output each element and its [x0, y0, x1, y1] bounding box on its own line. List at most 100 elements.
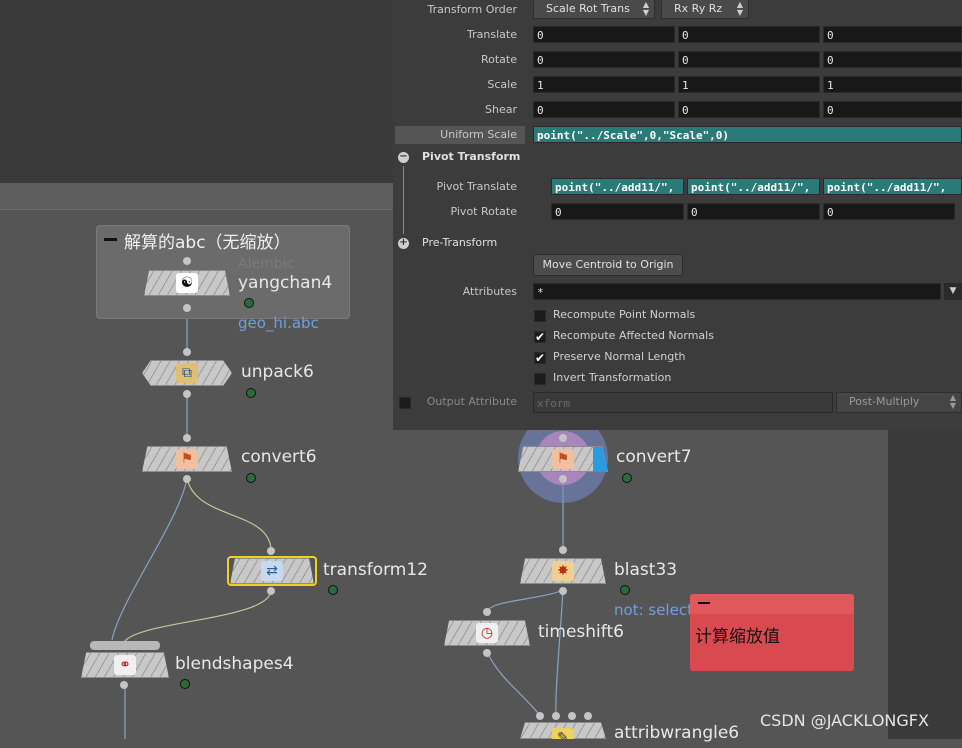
wrangle-icon: ✎ — [552, 728, 574, 739]
node-name-blendshapes4[interactable]: blendshapes4 — [175, 654, 294, 674]
display-flag-icon[interactable] — [246, 388, 256, 398]
recompute-point-normals-checkbox[interactable] — [534, 310, 546, 322]
parameter-panel: Transform Order Scale Rot Trans ▲ ▼ Rx Ry… — [393, 0, 962, 430]
sticky-note-text[interactable]: 计算缩放值 — [695, 622, 780, 647]
node-name-attribwrangle6[interactable]: attribwrangle6 — [614, 723, 739, 743]
output-connector[interactable] — [559, 475, 567, 483]
preserve-normal-length-checkbox[interactable]: ✔ — [534, 352, 546, 364]
input-connector[interactable] — [183, 348, 191, 356]
node-name-yangchan4[interactable]: yangchan4 — [238, 273, 332, 293]
pivot-rotate-x-field[interactable]: 0 — [551, 203, 684, 220]
node-blendshapes4[interactable]: ⚭ — [81, 652, 169, 678]
output-mode-menu[interactable]: Post-Multiply ▲ ▼ — [836, 392, 962, 413]
rotate-order-menu[interactable]: Rx Ry Rz ▲ ▼ — [661, 0, 749, 19]
node-name-unpack6[interactable]: unpack6 — [241, 362, 314, 382]
output-mode-value: Post-Multiply — [849, 395, 920, 408]
recompute-affected-normals-label: Recompute Affected Normals — [553, 329, 714, 342]
uniform-scale-field[interactable]: point("../Scale",0,"Scale",0) — [533, 126, 962, 143]
input-connector[interactable] — [552, 712, 560, 720]
node-type-label: Alembic — [238, 256, 295, 272]
display-flag-icon[interactable] — [622, 473, 632, 483]
node-name-transform12[interactable]: transform12 — [323, 560, 428, 580]
expand-section-icon[interactable]: + — [398, 238, 409, 249]
output-connector[interactable] — [120, 681, 128, 689]
output-attribute-label: Output Attribute — [426, 395, 517, 408]
input-connector[interactable] — [183, 434, 191, 442]
display-flag-icon[interactable] — [620, 585, 630, 595]
pivot-rotate-y-field[interactable]: 0 — [687, 203, 820, 220]
output-connector[interactable] — [483, 649, 491, 657]
output-attribute-field[interactable]: xform — [533, 392, 833, 413]
transform-order-menu[interactable]: Scale Rot Trans ▲ ▼ — [533, 0, 655, 19]
collapse-icon[interactable] — [104, 238, 117, 241]
recompute-point-normals-label: Recompute Point Normals — [553, 308, 696, 321]
output-connector[interactable] — [267, 587, 275, 595]
recompute-affected-normals-checkbox[interactable]: ✔ — [534, 331, 546, 343]
node-name-timeshift6[interactable]: timeshift6 — [538, 622, 624, 642]
node-convert7[interactable]: ⚑ — [518, 446, 608, 472]
node-timeshift6[interactable]: ◷ — [444, 620, 530, 646]
invert-transformation-checkbox[interactable] — [534, 373, 546, 385]
input-connector[interactable] — [568, 712, 576, 720]
node-convert6[interactable]: ⚑ — [142, 446, 232, 472]
pivot-rotate-z-field[interactable]: 0 — [823, 203, 955, 220]
sticky-note-titlebar[interactable] — [690, 594, 854, 614]
rotate-x-field[interactable]: 0 — [533, 51, 675, 68]
pre-transform-header[interactable]: Pre-Transform — [422, 236, 497, 249]
attributes-field[interactable]: * — [533, 283, 941, 300]
rotate-order-value: Rx Ry Rz — [674, 2, 723, 15]
output-connector[interactable] — [183, 475, 191, 483]
scale-x-field[interactable]: 1 — [533, 76, 675, 93]
section-guide-line — [403, 166, 404, 234]
display-flag-icon[interactable] — [180, 679, 190, 689]
shear-x-field[interactable]: 0 — [533, 101, 675, 118]
sticky-note[interactable]: 计算缩放值 — [690, 594, 854, 671]
translate-label: Translate — [467, 28, 517, 41]
node-unpack6[interactable]: ⧉ — [142, 360, 232, 386]
display-flag-icon[interactable] — [328, 585, 338, 595]
node-name-convert6[interactable]: convert6 — [241, 447, 317, 467]
scale-y-field[interactable]: 1 — [678, 76, 820, 93]
input-connector[interactable] — [267, 547, 275, 555]
input-connector[interactable] — [536, 712, 544, 720]
shear-y-field[interactable]: 0 — [678, 101, 820, 118]
input-connector[interactable] — [559, 434, 567, 442]
node-name-blast33[interactable]: blast33 — [614, 560, 677, 580]
node-attribwrangle6[interactable]: ✎ — [520, 722, 606, 739]
pivot-transform-header[interactable]: Pivot Transform — [422, 150, 520, 163]
output-connector[interactable] — [559, 587, 567, 595]
input-connector[interactable] — [559, 546, 567, 554]
node-transform12[interactable]: ⇄ — [230, 558, 314, 584]
multi-input-connector[interactable] — [90, 641, 160, 650]
input-connector[interactable] — [183, 257, 191, 265]
output-connector[interactable] — [183, 390, 191, 398]
menu-arrows-icon: ▲ ▼ — [949, 393, 956, 410]
input-connector[interactable] — [584, 712, 592, 720]
display-flag-icon[interactable] — [244, 298, 254, 308]
node-blast33[interactable]: ✸ — [520, 558, 606, 584]
output-connector[interactable] — [183, 304, 191, 312]
collapse-icon[interactable] — [698, 602, 710, 604]
pivot-translate-y-field[interactable]: point("../add11/", — [687, 178, 820, 195]
pivot-translate-x-field[interactable]: point("../add11/", — [551, 178, 684, 195]
collapse-section-icon[interactable]: − — [398, 152, 409, 163]
shear-z-field[interactable]: 0 — [823, 101, 962, 118]
node-yangchan4[interactable]: ☯ — [144, 270, 230, 296]
translate-z-field[interactable]: 0 — [823, 26, 962, 43]
node-name-convert7[interactable]: convert7 — [616, 447, 692, 467]
input-connector[interactable] — [483, 608, 491, 616]
display-flag-icon[interactable] — [246, 473, 256, 483]
invert-transformation-label: Invert Transformation — [553, 371, 672, 384]
rotate-label: Rotate — [480, 53, 517, 66]
translate-x-field[interactable]: 0 — [533, 26, 675, 43]
rotate-z-field[interactable]: 0 — [823, 51, 962, 68]
move-centroid-button[interactable]: Move Centroid to Origin — [533, 254, 683, 276]
pivot-translate-z-field[interactable]: point("../add11/", — [823, 178, 962, 195]
translate-y-field[interactable]: 0 — [678, 26, 820, 43]
transform-icon: ⇄ — [261, 561, 283, 581]
rotate-y-field[interactable]: 0 — [678, 51, 820, 68]
transform-order-value: Scale Rot Trans — [546, 2, 630, 15]
scale-z-field[interactable]: 1 — [823, 76, 962, 93]
attributes-dropdown-icon[interactable]: ▼ — [944, 283, 962, 300]
blendshapes-icon: ⚭ — [114, 655, 136, 675]
